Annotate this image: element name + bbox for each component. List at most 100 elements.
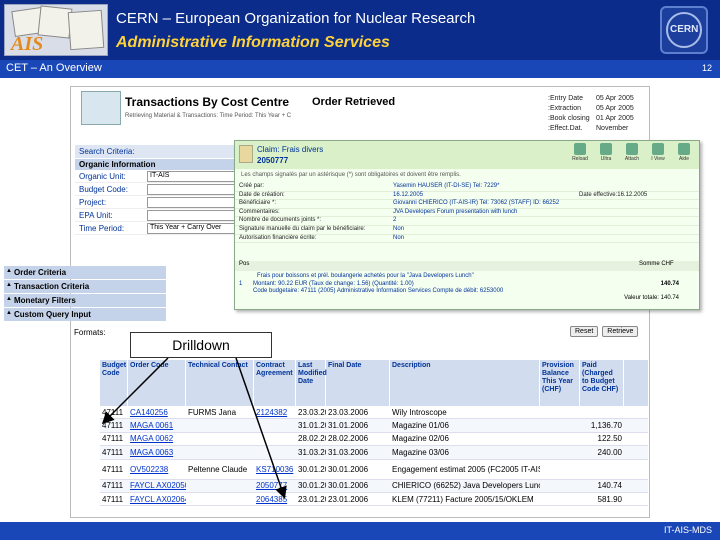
cell-c9: 581.90 bbox=[597, 494, 622, 504]
cell-c4: 30.01.2006 bbox=[298, 481, 326, 491]
ultra-button[interactable]: Ultra bbox=[595, 143, 617, 165]
table-row[interactable]: 47111 MAGA 0063 31.03.200631.03.2006 Magazi… bbox=[100, 446, 648, 460]
date-info: :Entry Date 05 Apr 2005 :Extraction 05 Apr… bbox=[548, 95, 634, 132]
epa-unit-input[interactable] bbox=[147, 209, 237, 221]
slide-subtitle: Administrative Information Services bbox=[116, 34, 390, 51]
calculator-icon bbox=[81, 91, 121, 125]
order-retrieved-title: Order Retrieved bbox=[312, 96, 396, 108]
paperclip-icon bbox=[626, 143, 638, 155]
table-row[interactable]: 47111FAYCL AX02064385206438523.01.200623… bbox=[100, 493, 648, 507]
total-value: Valeur totale: 140.74 bbox=[624, 295, 679, 301]
cell-c4: 23.01.2006 bbox=[298, 494, 326, 504]
slide-title: CERN – European Organization for Nuclear… bbox=[116, 10, 476, 27]
results-table: Budget Code Order Code Technical Contact… bbox=[100, 360, 648, 507]
order-retrieved-panel: Order Retrieved :Entry Date 05 Apr 2005 :… bbox=[308, 92, 648, 142]
cell-c7: CHIERICO (66252) Java Developers Lunch bbox=[392, 481, 540, 491]
cell-c2: Peltenne Claude bbox=[188, 464, 248, 474]
filter-sections: Order Criteria Transaction Criteria Mone… bbox=[4, 266, 166, 322]
reload-button[interactable]: Reload bbox=[569, 143, 591, 165]
position-header: Pos Somme CHF bbox=[235, 261, 699, 271]
format-buttons: Reset Retrieve bbox=[570, 326, 639, 337]
drilldown-callout: Drilldown bbox=[130, 332, 272, 358]
slide-footer: IT-AIS-MDS bbox=[0, 522, 720, 540]
cell-c5: 28.02.2006 bbox=[328, 434, 369, 444]
cell-c1[interactable]: FAYCL AX02050777 bbox=[128, 481, 186, 490]
attach-button[interactable]: Attach bbox=[621, 143, 643, 165]
cell-c1[interactable]: MAGA 0063 bbox=[128, 448, 186, 457]
cell-c4: 28.02.2006 bbox=[298, 434, 326, 444]
subtitle-bar: CET – An Overview 12 bbox=[0, 60, 720, 78]
table-row[interactable]: 47111 OV502238 Peltenne Claude KS710036 30.0… bbox=[100, 460, 648, 480]
cell-c4: 30.01.2006 bbox=[298, 464, 326, 474]
cell-c4: 23.03.2006 bbox=[298, 407, 326, 417]
project-input[interactable] bbox=[147, 196, 237, 208]
view-icon bbox=[652, 143, 664, 155]
reload-icon bbox=[574, 143, 586, 155]
retrieve-button[interactable]: Retrieve bbox=[602, 326, 639, 337]
cell-c1[interactable]: OV502238 bbox=[128, 465, 186, 474]
app-title: Transactions By Cost Centre bbox=[125, 95, 290, 109]
cell-c1[interactable]: MAGA 0061 bbox=[128, 421, 186, 430]
cell-c0: 47111 bbox=[102, 421, 124, 431]
ais-logo: AIS bbox=[4, 4, 108, 56]
custom-query-section[interactable]: Custom Query Input bbox=[4, 308, 166, 321]
cell-c1[interactable]: CA140256 bbox=[128, 408, 186, 417]
cell-c5: 23.03.2006 bbox=[328, 407, 369, 417]
cell-c7: Engagement estimat 2005 (FC2005 IT-AIS) bbox=[392, 464, 540, 474]
cell-c5: 30.01.2006 bbox=[328, 464, 369, 474]
criteria-row-time-period: Time Period: This Year + Carry Over bbox=[75, 222, 237, 235]
cell-c7: KLEM (77211) Facture 2005/15/OKLEM bbox=[392, 494, 534, 504]
claim-toolbar: Reload Ultra Attach I View Aide bbox=[569, 143, 695, 165]
cell-c1[interactable]: FAYCL AX02064385 bbox=[128, 495, 186, 504]
cell-c1[interactable]: MAGA 0062 bbox=[128, 434, 186, 443]
transaction-criteria-section[interactable]: Transaction Criteria bbox=[4, 280, 166, 293]
claim-details: Créé par: Yasemin HAUSER (IT-DI-SE) Tel: … bbox=[235, 183, 699, 244]
ultra-icon bbox=[600, 143, 612, 155]
slide-header: AIS CERN – European Organization for Nuc… bbox=[0, 0, 720, 60]
cell-c7: Magazine 03/06 bbox=[392, 447, 449, 457]
formats-label: Formats: bbox=[74, 328, 106, 337]
cell-c3[interactable]: 2124382 bbox=[254, 408, 296, 417]
position-amount: 140.74 bbox=[660, 281, 679, 287]
position-details: Frais pour boissons et prél. boulangerie… bbox=[239, 273, 679, 301]
order-criteria-section[interactable]: Order Criteria bbox=[4, 266, 166, 279]
criteria-row-organic-unit: Organic Unit: IT-AIS bbox=[75, 170, 237, 183]
cell-c3[interactable]: 2064385 bbox=[254, 495, 296, 504]
claim-note: Les champs signalés par un astérisque (*… bbox=[241, 172, 461, 178]
help-icon bbox=[678, 143, 690, 155]
budget-code-input[interactable] bbox=[147, 183, 237, 195]
cell-c3[interactable]: 2050777 bbox=[254, 481, 296, 490]
cell-c7: Magazine 02/06 bbox=[392, 434, 449, 444]
cern-logo: CERN bbox=[660, 6, 708, 54]
claim-title: Claim: Frais divers bbox=[257, 145, 324, 154]
cell-c2: FURMS Jana bbox=[188, 407, 237, 417]
cell-c7: Magazine 01/06 bbox=[392, 421, 449, 431]
claim-number: 2050777 bbox=[257, 156, 289, 165]
time-period-select[interactable]: This Year + Carry Over bbox=[147, 222, 237, 234]
table-row[interactable]: 47111FAYCL AX02050777205077730.01.200630… bbox=[100, 479, 648, 493]
cell-c0: 47111 bbox=[102, 464, 124, 474]
cell-c5: 31.01.2006 bbox=[328, 421, 369, 431]
cern-logo-text: CERN bbox=[670, 24, 699, 35]
cell-c3[interactable]: KS710036 bbox=[254, 465, 296, 474]
cell-c0: 47111 bbox=[102, 434, 124, 444]
document-icon bbox=[239, 145, 253, 163]
cell-c5: 30.01.2006 bbox=[328, 481, 369, 491]
criteria-row-epa-unit: EPA Unit: bbox=[75, 209, 237, 222]
table-header: Budget Code Order Code Technical Contact… bbox=[100, 360, 648, 406]
table-row[interactable]: 47111CA140256FURMS Jana212438223.03.2006… bbox=[100, 406, 648, 420]
criteria-row-budget-code: Budget Code: bbox=[75, 183, 237, 196]
cell-c0: 47111 bbox=[102, 447, 124, 457]
help-button[interactable]: Aide bbox=[673, 143, 695, 165]
cell-c9: 140.74 bbox=[597, 481, 622, 491]
criteria-row-project: Project: bbox=[75, 196, 237, 209]
table-row[interactable]: 47111 MAGA 0062 28.02.200628.02.2006 Magazi… bbox=[100, 433, 648, 447]
organic-information-section[interactable]: Organic Information bbox=[75, 159, 237, 170]
claim-popup: Claim: Frais divers 2050777 Reload Ultra… bbox=[234, 140, 700, 310]
logo-text: AIS bbox=[11, 33, 44, 55]
view-button[interactable]: I View bbox=[647, 143, 669, 165]
organic-unit-input[interactable]: IT-AIS bbox=[147, 170, 237, 182]
table-row[interactable]: 47111 MAGA 0061 31.01.200631.01.2006 Magazi… bbox=[100, 419, 648, 433]
reset-button[interactable]: Reset bbox=[570, 326, 599, 337]
monetary-filters-section[interactable]: Monetary Filters bbox=[4, 294, 166, 307]
